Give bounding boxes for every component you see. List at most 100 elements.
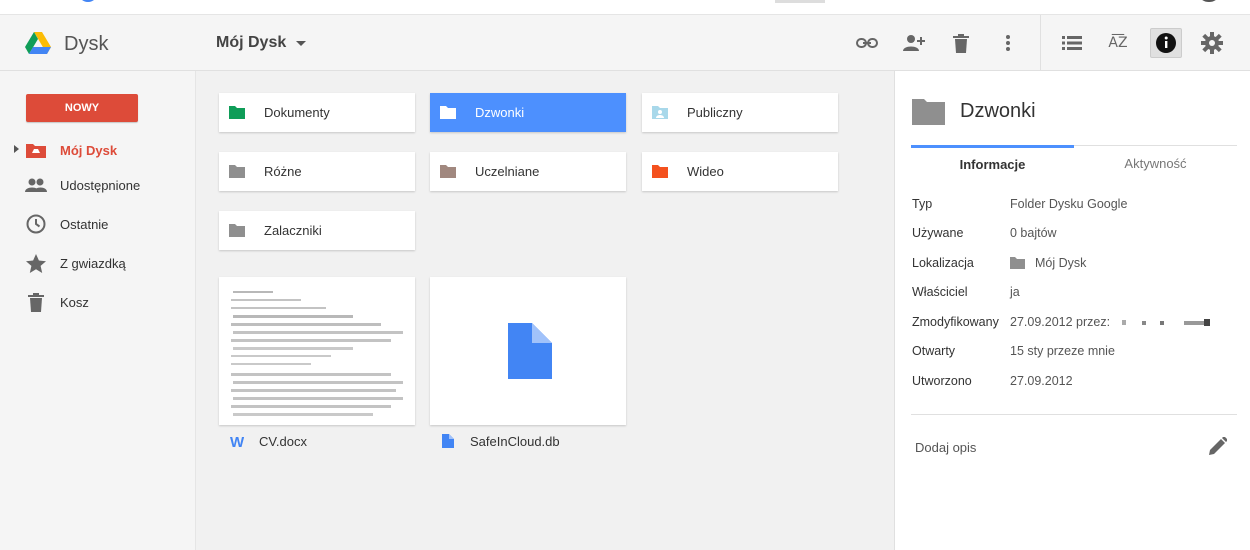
breadcrumb-dropdown[interactable]: Mój Dysk: [216, 34, 307, 52]
clock-icon: [25, 213, 47, 235]
prop-value: Mój Dysk: [1035, 256, 1087, 270]
sidebar-item-label: Kosz: [60, 294, 89, 310]
info-button[interactable]: [1150, 28, 1182, 58]
svg-text:W: W: [230, 434, 244, 448]
shared-folder-icon: [652, 106, 668, 119]
prop-key: Typ: [912, 197, 933, 211]
sidebar-item-label: Mój Dysk: [60, 142, 118, 158]
folder-item[interactable]: Publiczny: [642, 93, 838, 132]
breadcrumb-label: Mój Dysk: [216, 34, 287, 51]
add-person-icon[interactable]: [902, 31, 926, 55]
file-name: SafeInCloud.db: [470, 433, 560, 449]
divider: [911, 414, 1237, 415]
prop-key: Zmodyfikowany: [912, 315, 999, 329]
link-icon[interactable]: [855, 31, 879, 55]
prop-opened: Otwarty 15 sty przeze mnie: [912, 344, 1232, 364]
people-icon: [25, 174, 47, 196]
sidebar-item-label: Udostępnione: [60, 177, 141, 193]
prop-key: Utworzono: [912, 374, 972, 388]
trash-icon: [25, 291, 47, 313]
folder-name: Zalaczniki: [264, 223, 322, 238]
prop-value-location[interactable]: Mój Dysk: [1010, 256, 1086, 270]
sidebar-item-label: Z gwiazdką: [60, 255, 126, 271]
folder-item[interactable]: Dokumenty: [219, 93, 415, 132]
prop-value: 15 sty przeze mnie: [1010, 344, 1115, 358]
file-icon: [440, 433, 456, 449]
file-name: CV.docx: [259, 433, 307, 449]
tab-information[interactable]: Informacje: [911, 145, 1074, 181]
sort-az-icon[interactable]: A͞Z: [1106, 31, 1130, 55]
details-panel: Dzwonki Informacje Aktywność Typ Folder …: [894, 71, 1250, 550]
google-logo-fragment: [78, 0, 98, 2]
info-icon: [1156, 33, 1176, 53]
folder-name: Publiczny: [687, 105, 743, 120]
sidebar-item-label: Ostatnie: [60, 216, 109, 232]
main-content: Dokumenty Dzwonki Publiczny Różne Uczeln…: [196, 71, 894, 550]
caret-down-icon: [296, 40, 307, 46]
more-vert-icon[interactable]: [996, 31, 1020, 55]
header-divider: [1040, 15, 1041, 71]
prop-key: Właściciel: [912, 285, 968, 299]
document-thumbnail: [231, 291, 403, 416]
folder-item[interactable]: Uczelniane: [430, 152, 626, 191]
sidebar-item-trash[interactable]: Kosz: [0, 287, 196, 317]
star-icon: [25, 252, 47, 274]
drive-folder-icon: [25, 139, 47, 161]
sidebar-item-shared[interactable]: Udostępnione: [0, 170, 196, 200]
prop-value: ja: [1010, 285, 1020, 299]
folder-icon: [229, 224, 245, 237]
prop-modified: Zmodyfikowany 27.09.2012 przez:: [912, 315, 1232, 335]
settings-icon[interactable]: [1200, 31, 1224, 55]
prop-value: Folder Dysku Google: [1010, 197, 1128, 211]
folder-name: Różne: [264, 164, 302, 179]
folder-icon: [652, 165, 668, 178]
edit-pencil-icon[interactable]: [1209, 436, 1228, 460]
folder-name: Uczelniane: [475, 164, 540, 179]
sidebar-item-starred[interactable]: Z gwiazdką: [0, 248, 196, 278]
folder-item[interactable]: Różne: [219, 152, 415, 191]
prop-created: Utworzono 27.09.2012: [912, 374, 1232, 394]
redacted-name: [1122, 319, 1211, 326]
account-avatar[interactable]: [1200, 0, 1218, 2]
file-icon: [508, 323, 552, 379]
prop-value-modified: 27.09.2012 przez:: [1010, 315, 1228, 329]
word-doc-icon: W: [229, 433, 245, 449]
new-button[interactable]: NOWY: [26, 94, 138, 122]
folder-icon: [229, 106, 245, 119]
sidebar-item-my-drive[interactable]: Mój Dysk: [0, 135, 196, 165]
prop-used: Używane 0 bajtów: [912, 226, 1232, 246]
file-card[interactable]: [430, 277, 626, 425]
prop-location: Lokalizacja Mój Dysk: [912, 256, 1232, 276]
folder-item[interactable]: Wideo: [642, 152, 838, 191]
add-description[interactable]: Dodaj opis: [915, 440, 976, 455]
list-view-icon[interactable]: [1060, 31, 1084, 55]
file-name-row[interactable]: W CV.docx: [229, 433, 307, 449]
prop-value: 27.09.2012: [1010, 374, 1073, 388]
details-tabs: Informacje Aktywność: [911, 145, 1237, 181]
prop-owner: Właściciel ja: [912, 285, 1232, 305]
file-name-row[interactable]: SafeInCloud.db: [440, 433, 560, 449]
top-strip: [0, 0, 1250, 15]
prop-key: Otwarty: [912, 344, 956, 358]
drive-logo-icon[interactable]: [25, 32, 51, 59]
folder-item[interactable]: Zalaczniki: [219, 211, 415, 250]
file-card[interactable]: [219, 277, 415, 425]
folder-icon: [912, 99, 945, 125]
folder-item[interactable]: Dzwonki: [430, 93, 626, 132]
folder-icon: [229, 165, 245, 178]
sidebar-item-recent[interactable]: Ostatnie: [0, 209, 196, 239]
prop-type: Typ Folder Dysku Google: [912, 197, 1232, 217]
folder-name: Dokumenty: [264, 105, 330, 120]
prop-value: 0 bajtów: [1010, 226, 1057, 240]
prop-key: Lokalizacja: [912, 256, 974, 270]
prop-value: 27.09.2012 przez:: [1010, 315, 1111, 329]
folder-icon: [440, 165, 456, 178]
tab-activity[interactable]: Aktywność: [1074, 145, 1237, 181]
top-strip-fragment: [775, 0, 825, 3]
expand-arrow-icon[interactable]: [14, 145, 19, 153]
details-title: Dzwonki: [960, 100, 1036, 122]
folder-icon: [440, 106, 456, 119]
folder-name: Dzwonki: [475, 105, 525, 120]
trash-icon[interactable]: [949, 31, 973, 55]
prop-key: Używane: [912, 226, 964, 240]
